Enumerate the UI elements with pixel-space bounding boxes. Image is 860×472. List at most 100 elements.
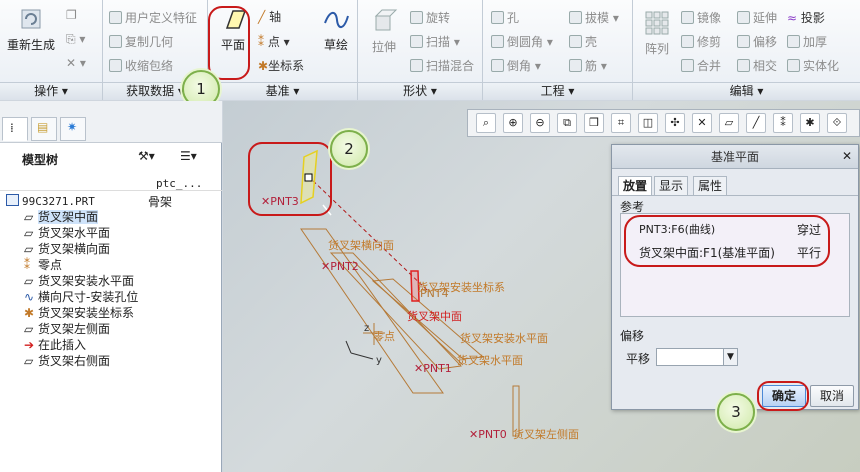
delete-icon[interactable]: ✕ ▾: [66, 56, 86, 70]
chamfer-button[interactable]: 倒角 ▾: [491, 57, 541, 74]
extend-button[interactable]: 延伸: [737, 9, 777, 26]
revolve-button[interactable]: 旋转: [410, 9, 450, 26]
chevron-down-icon[interactable]: ▼: [723, 349, 737, 365]
draft-button[interactable]: 拔模 ▾: [569, 9, 619, 26]
repaint-icon[interactable]: ⧉: [557, 113, 577, 133]
copy-icon[interactable]: ❐: [66, 8, 77, 22]
project-button[interactable]: ≈ 投影: [787, 9, 825, 26]
group-operations: 重新生成 ❐ ⎘ ▾ ✕ ▾ 操作 ▾: [0, 0, 103, 100]
hole-button[interactable]: 孔: [491, 9, 519, 26]
offset-button[interactable]: 偏移: [737, 33, 777, 50]
point-display-icon[interactable]: ⁑: [773, 113, 793, 133]
thicken-button[interactable]: 加厚: [787, 33, 827, 50]
hole-icon: [491, 11, 504, 24]
axis-button[interactable]: ╱ 轴: [258, 8, 281, 25]
annotation-display-icon[interactable]: ⟐: [827, 113, 847, 133]
plane-display-icon[interactable]: ▱: [719, 113, 739, 133]
named-views-icon[interactable]: ⌗: [611, 113, 631, 133]
tree-settings-icon[interactable]: ⚒▾: [138, 149, 155, 163]
highlight-plane-button: [208, 6, 250, 80]
sweep-button[interactable]: 扫描 ▾: [410, 33, 460, 50]
tree-item-label: 货叉架右侧面: [38, 354, 111, 368]
group-label-shapes[interactable]: 形状 ▾: [358, 82, 482, 100]
tab-properties[interactable]: 属性: [693, 176, 728, 196]
label-zuoce[interactable]: 货叉架左侧面: [513, 426, 579, 442]
tree-item[interactable]: ▱ 货叉架右侧面: [24, 353, 110, 369]
group-label-engineering[interactable]: 工程 ▾: [483, 82, 632, 100]
regenerate-button[interactable]: 重新生成: [4, 6, 58, 53]
draft-icon: [569, 11, 582, 24]
group-label-operations[interactable]: 操作 ▾: [0, 82, 102, 100]
group-label-editing[interactable]: 编辑 ▾: [633, 82, 860, 100]
tree-item[interactable]: ➔ 在此插入: [24, 337, 86, 353]
tab-placement[interactable]: 放置: [618, 176, 653, 196]
close-icon[interactable]: ✕: [842, 149, 852, 163]
point-button[interactable]: ⁑ 点 ▾: [258, 33, 290, 50]
copy-geometry-button[interactable]: 复制几何: [109, 33, 173, 50]
tree-item-label: 横向尺寸-安装孔位: [38, 290, 139, 304]
label-anzhuang-shuiping[interactable]: 货叉架安装水平面: [460, 330, 548, 346]
view-orient-icon[interactable]: ❒: [584, 113, 604, 133]
translate-input[interactable]: ▼: [656, 348, 738, 366]
group-label-datum[interactable]: 基准 ▾: [208, 82, 357, 100]
zoom-out-icon[interactable]: ⊖: [530, 113, 550, 133]
tab-folder-browser[interactable]: ▤: [31, 117, 57, 141]
mirror-button[interactable]: 镜像: [681, 9, 721, 26]
round-label: 倒圆角: [507, 35, 544, 49]
hole-label: 孔: [507, 11, 520, 25]
display-style-icon[interactable]: ◫: [638, 113, 658, 133]
trim-button[interactable]: 修剪: [681, 33, 721, 50]
tree-item[interactable]: ▱ 货叉架水平面: [24, 225, 110, 241]
tree-item-label: 货叉架横向面: [38, 242, 111, 256]
merge-button[interactable]: 合并: [681, 57, 721, 74]
label-zhongmian[interactable]: 货叉架中面: [407, 308, 462, 324]
zoom-fit-icon[interactable]: ⌕: [476, 113, 496, 133]
axis-display-icon[interactable]: ╱: [746, 113, 766, 133]
label-lingdian[interactable]: 零点: [373, 328, 395, 344]
datum-display-icon[interactable]: ✕: [692, 113, 712, 133]
tab-favorites[interactable]: ✷: [60, 117, 86, 141]
insert-arrow-icon: ➔: [24, 338, 35, 352]
chamfer-icon: [491, 59, 504, 72]
extrude-button[interactable]: 拉伸: [366, 8, 402, 55]
pattern-button[interactable]: 阵列: [639, 10, 675, 57]
tree-show-icon[interactable]: ☰▾: [180, 149, 197, 163]
tree-item[interactable]: ⁑ 零点: [24, 257, 62, 273]
tree-root-col2: 骨架: [148, 195, 173, 209]
spin-center-icon[interactable]: ✣: [665, 113, 685, 133]
shell-button[interactable]: 壳: [569, 33, 597, 50]
label-hengxiang[interactable]: 货叉架横向面: [328, 237, 394, 253]
label-pnt0[interactable]: ✕PNT0: [469, 428, 507, 441]
intersect-button[interactable]: 相交: [737, 57, 777, 74]
tree-item[interactable]: ∿ 横向尺寸-安装孔位: [24, 289, 138, 305]
tree-item[interactable]: ▱ 货叉架左侧面: [24, 321, 110, 337]
label-pnt1[interactable]: ✕PNT1: [414, 362, 452, 375]
cancel-button[interactable]: 取消: [810, 385, 854, 407]
swept-blend-button[interactable]: 扫描混合: [410, 57, 474, 74]
tree-root[interactable]: 99C3271.PRT: [6, 193, 95, 209]
project-icon: ≈: [787, 11, 798, 25]
tree-item[interactable]: ▱ 货叉架中面: [24, 209, 99, 225]
label-pnt2[interactable]: ✕PNT2: [321, 260, 359, 273]
rib-button[interactable]: 筋 ▾: [569, 57, 607, 74]
copy-geometry-icon: [109, 35, 122, 48]
udf-button[interactable]: 用户定义特征: [109, 9, 197, 26]
tree-item-label: 货叉架水平面: [38, 226, 111, 240]
zoom-in-icon[interactable]: ⊕: [503, 113, 523, 133]
tab-model-tree[interactable]: ⁞: [2, 117, 28, 141]
tree-item[interactable]: ▱ 货叉架横向面: [24, 241, 110, 257]
mirror-icon: [681, 11, 694, 24]
sketch-button[interactable]: 草绘: [318, 8, 354, 53]
round-button[interactable]: 倒圆角 ▾: [491, 33, 553, 50]
paste-icon[interactable]: ⎘ ▾: [66, 32, 85, 47]
label-anzhuang-csys[interactable]: 货叉架安装坐标系: [417, 279, 505, 295]
csys-button[interactable]: ✱坐标系: [258, 57, 304, 74]
csys-display-icon[interactable]: ✱: [800, 113, 820, 133]
tab-display[interactable]: 显示: [654, 176, 689, 196]
solidify-button[interactable]: 实体化: [787, 57, 839, 74]
label-shuiping[interactable]: 货叉架水平面: [457, 352, 523, 368]
shrinkwrap-button[interactable]: 收缩包络: [109, 57, 173, 74]
tree-item[interactable]: ✱ 货叉架安装坐标系: [24, 305, 134, 321]
tree-item-label: 货叉架左侧面: [38, 322, 111, 336]
tree-item[interactable]: ▱ 货叉架安装水平面: [24, 273, 134, 289]
